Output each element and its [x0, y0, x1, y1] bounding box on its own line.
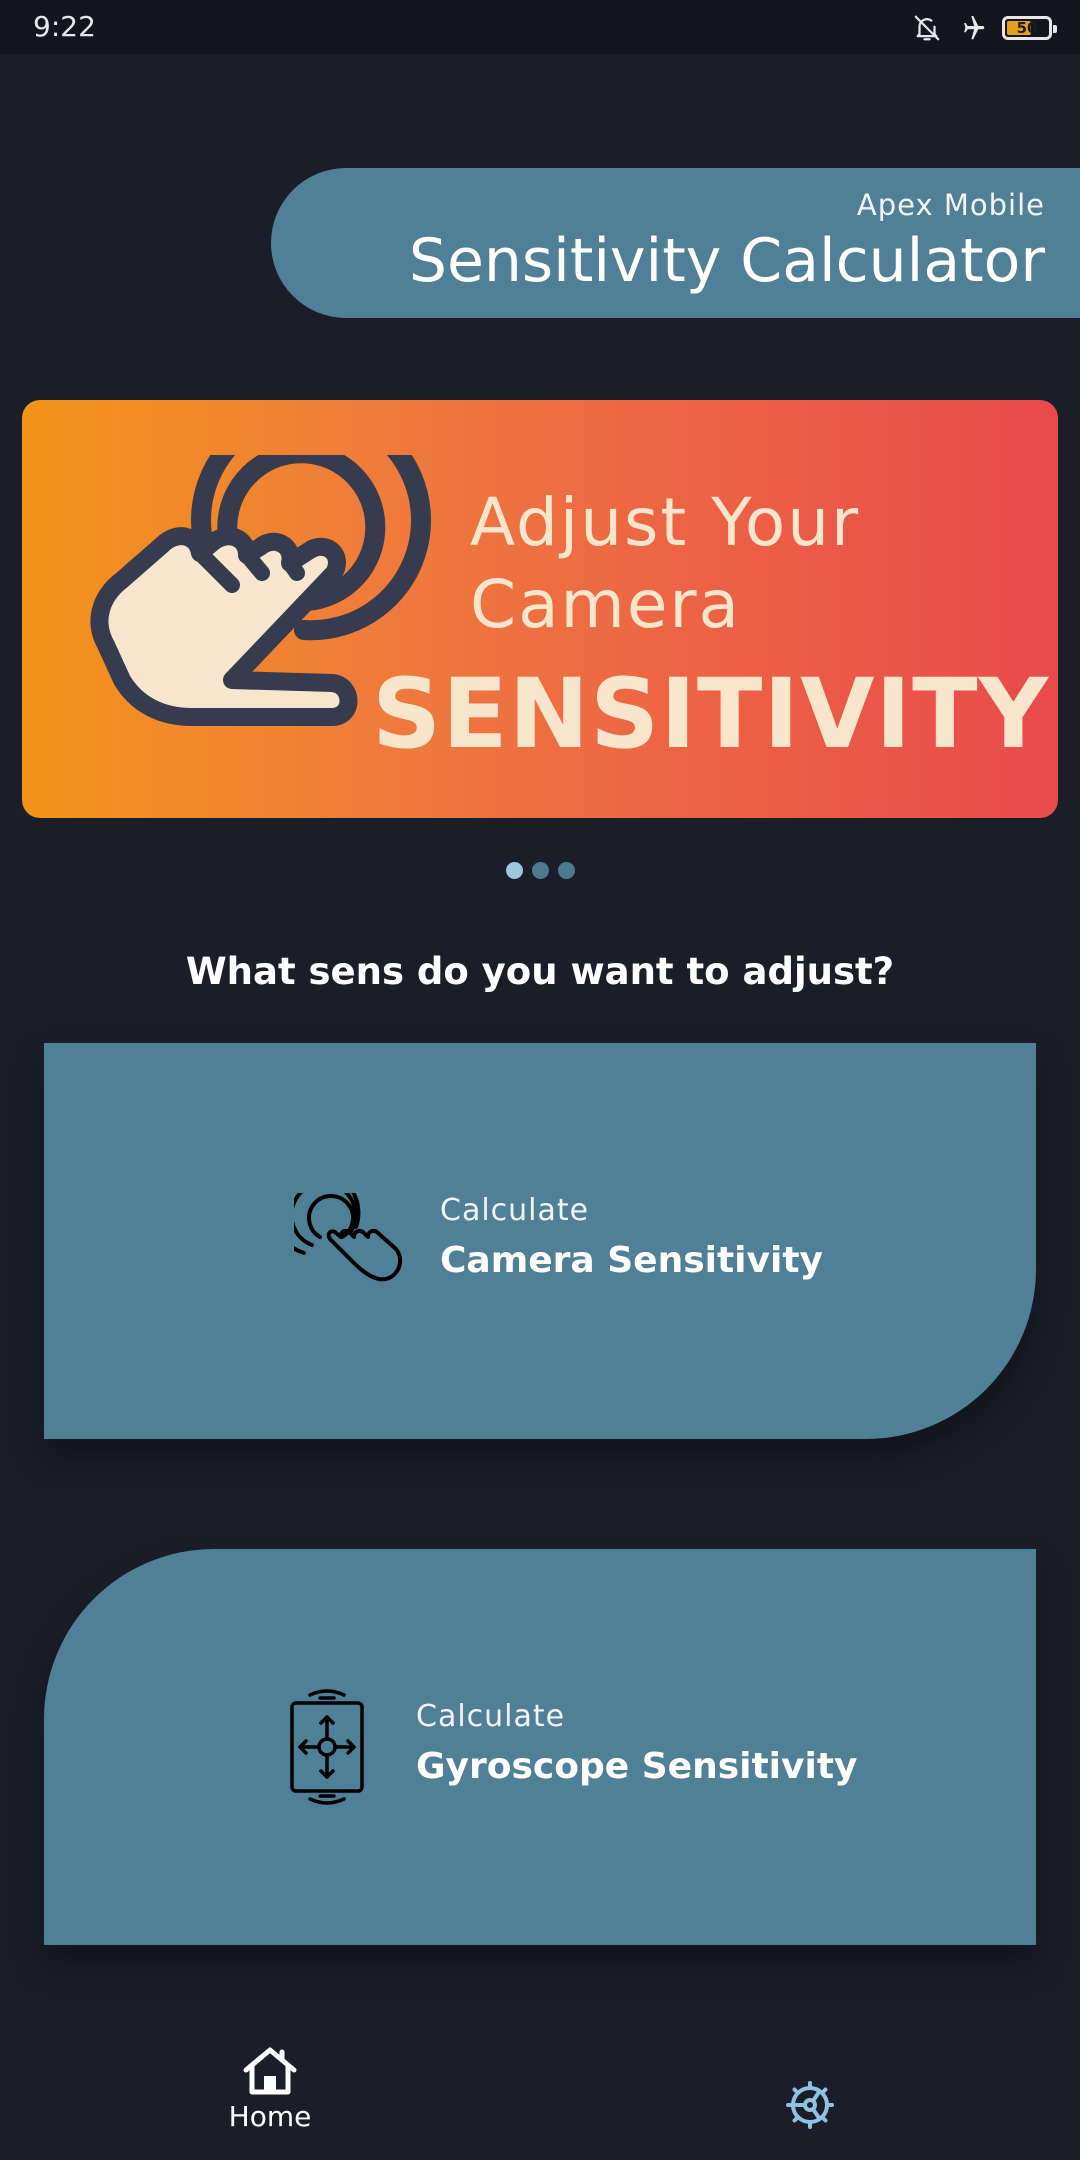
- camera-card-label-small: Calculate: [440, 1193, 590, 1228]
- touch-gesture-icon: [272, 1168, 406, 1289]
- carousel-dot-2[interactable]: [531, 862, 549, 879]
- home-icon: [242, 2047, 298, 2100]
- nav-settings[interactable]: [783, 2078, 837, 2136]
- bell-off-icon: [912, 13, 942, 43]
- app-header: Apex Mobile Sensitivity Calculator: [271, 168, 1080, 318]
- airplane-icon: [956, 13, 988, 43]
- status-bar: 9:22 50: [0, 0, 1080, 54]
- nav-home[interactable]: Home: [220, 2046, 320, 2133]
- banner-line-2: Camera: [470, 566, 742, 643]
- banner-line-1: Adjust Your: [470, 484, 861, 561]
- promo-banner[interactable]: Adjust Your Camera SENSITIVITY: [22, 400, 1058, 818]
- gyroscope-card-label-small: Calculate: [416, 1699, 566, 1734]
- carousel-indicator: [0, 862, 1080, 879]
- bottom-nav: Home: [0, 2010, 1080, 2160]
- carousel-dot-1[interactable]: [505, 862, 523, 879]
- app-subtitle: Apex Mobile: [856, 188, 1045, 222]
- gyroscope-card-label: Gyroscope Sensitivity: [416, 1746, 858, 1787]
- carousel-dot-3[interactable]: [557, 862, 575, 879]
- battery-level: 50: [1016, 19, 1038, 37]
- battery-icon: 50: [1002, 16, 1057, 40]
- gyroscope-phone-icon: [286, 1689, 368, 1809]
- app-screen: 9:22 50 Apex Mobile Sensitivity Calculat…: [0, 0, 1080, 2160]
- section-question: What sens do you want to adjust?: [185, 950, 895, 993]
- app-title: Sensitivity Calculator: [408, 226, 1045, 296]
- status-icons: 50: [912, 10, 1057, 46]
- nav-home-label: Home: [228, 2100, 312, 2133]
- camera-card-label: Camera Sensitivity: [440, 1240, 823, 1281]
- status-time: 9:22: [33, 10, 96, 43]
- gyroscope-sensitivity-card[interactable]: Calculate Gyroscope Sensitivity: [44, 1549, 1036, 1945]
- settings-gear-icon: [783, 2081, 837, 2136]
- banner-headline: SENSITIVITY: [372, 658, 1050, 770]
- camera-sensitivity-card[interactable]: Calculate Camera Sensitivity: [44, 1043, 1036, 1439]
